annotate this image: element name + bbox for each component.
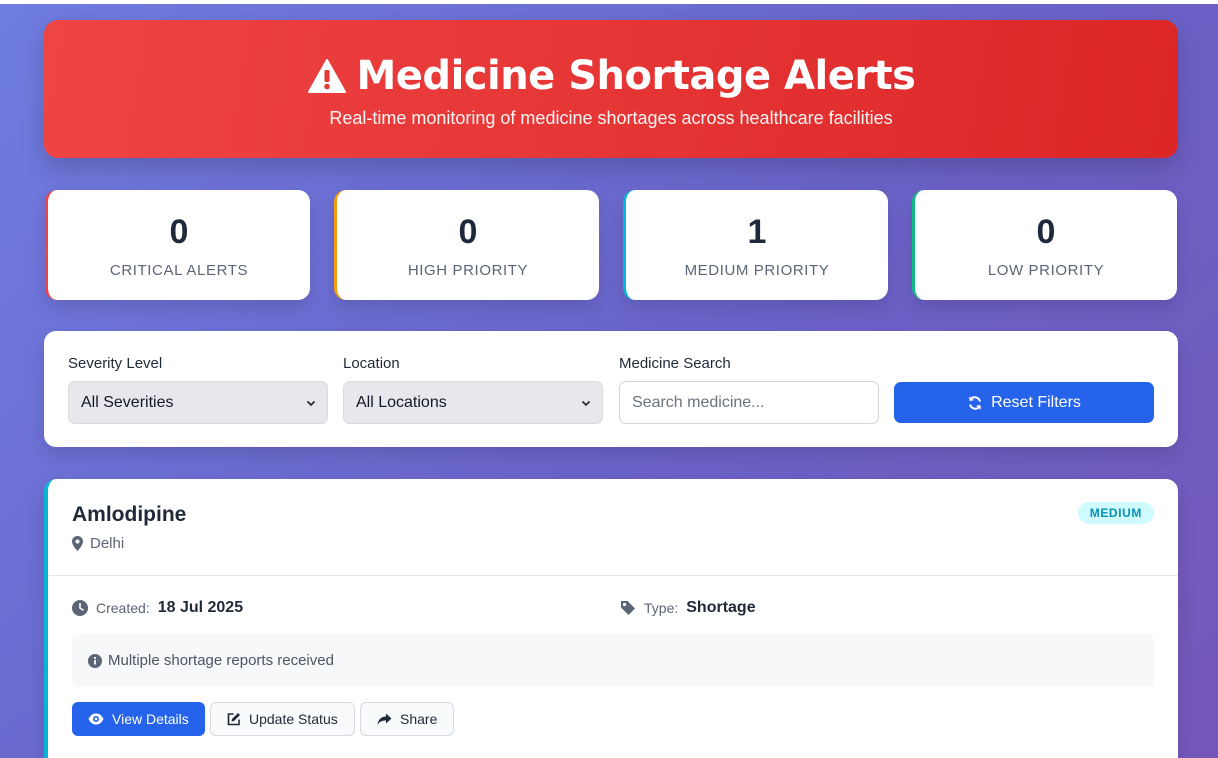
filter-panel: Severity Level All Severities Location A…: [44, 331, 1178, 447]
view-details-button[interactable]: View Details: [72, 702, 205, 736]
stat-card-low: 0 LOW PRIORITY: [912, 190, 1177, 300]
stat-label: CRITICAL ALERTS: [109, 262, 249, 279]
type-value: Shortage: [686, 599, 756, 616]
stat-label: HIGH PRIORITY: [407, 262, 529, 279]
location-selected-value: All Locations: [356, 393, 447, 411]
medicine-search-input[interactable]: [619, 381, 879, 424]
edit-icon: [227, 712, 241, 726]
alert-type: Type: Shortage: [620, 599, 756, 617]
stat-card-high: 0 HIGH PRIORITY: [334, 190, 599, 300]
stat-value: 0: [458, 213, 478, 251]
update-status-label: Update Status: [249, 711, 338, 727]
alert-note-text: Multiple shortage reports received: [108, 652, 334, 669]
refresh-icon: [967, 395, 983, 411]
tag-icon: [620, 600, 636, 616]
update-status-button[interactable]: Update Status: [210, 702, 355, 736]
created-label: Created:: [96, 600, 150, 616]
share-button[interactable]: Share: [360, 702, 455, 736]
alert-location: Delhi: [72, 535, 124, 552]
page-header: Medicine Shortage Alerts Real-time monit…: [44, 20, 1178, 158]
share-label: Share: [400, 711, 438, 727]
alert-medicine-name: Amlodipine: [72, 503, 187, 526]
chevron-down-icon: [305, 397, 317, 409]
top-strip: [0, 0, 1218, 4]
alert-location-text: Delhi: [90, 535, 125, 552]
location-filter: Location All Locations: [343, 355, 603, 424]
stat-card-medium: 1 MEDIUM PRIORITY: [623, 190, 888, 300]
severity-badge: MEDIUM: [1077, 502, 1154, 524]
share-icon: [377, 713, 392, 726]
location-select[interactable]: All Locations: [343, 381, 603, 424]
location-label: Location: [343, 355, 400, 372]
chevron-down-icon: [580, 397, 592, 409]
stat-value: 0: [1036, 213, 1056, 251]
severity-select[interactable]: All Severities: [68, 381, 328, 424]
warning-icon: [307, 58, 347, 94]
reset-filters-button[interactable]: Reset Filters: [894, 382, 1154, 423]
stat-label: MEDIUM PRIORITY: [684, 262, 830, 279]
severity-filter: Severity Level All Severities: [68, 355, 328, 424]
severity-label: Severity Level: [68, 355, 163, 372]
info-icon: [88, 653, 102, 668]
page-title: Medicine Shortage Alerts: [44, 54, 1178, 98]
reset-filters-label: Reset Filters: [991, 393, 1081, 411]
search-label: Medicine Search: [619, 355, 731, 372]
alert-note: Multiple shortage reports received: [72, 634, 1154, 687]
stat-card-critical: 0 CRITICAL ALERTS: [45, 190, 310, 300]
stat-value: 1: [747, 213, 767, 251]
severity-selected-value: All Severities: [81, 393, 174, 411]
view-details-label: View Details: [112, 711, 189, 727]
created-date: 18 Jul 2025: [157, 599, 244, 616]
search-filter: Medicine Search: [619, 355, 879, 424]
card-divider: [48, 575, 1178, 576]
map-pin-icon: [72, 536, 83, 551]
clock-icon: [72, 600, 88, 616]
eye-icon: [88, 713, 104, 725]
stat-label: LOW PRIORITY: [987, 262, 1105, 279]
alert-created: Created: 18 Jul 2025: [72, 599, 243, 617]
page-title-text: Medicine Shortage Alerts: [356, 53, 916, 99]
page-subtitle: Real-time monitoring of medicine shortag…: [329, 108, 893, 128]
stat-value: 0: [169, 213, 189, 251]
type-label: Type:: [644, 600, 679, 616]
alert-card: Amlodipine Delhi MEDIUM Created: 18 Jul …: [44, 479, 1178, 758]
